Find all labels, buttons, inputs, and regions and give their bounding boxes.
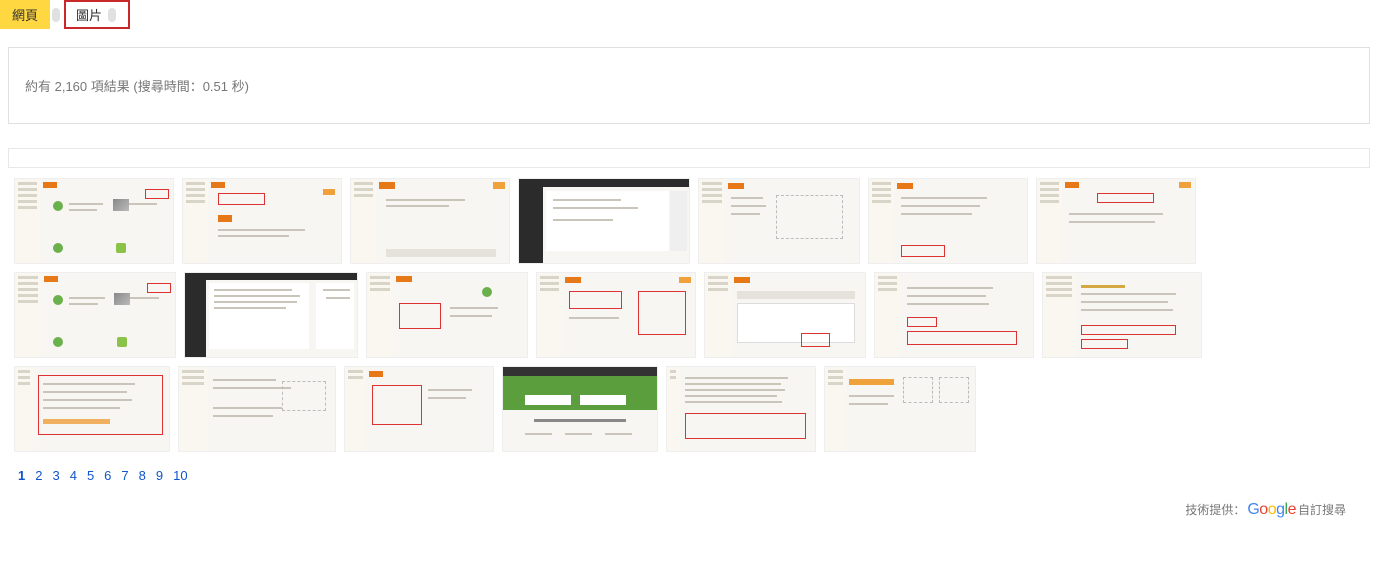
- page-link[interactable]: 4: [70, 468, 77, 483]
- page-link[interactable]: 3: [52, 468, 59, 483]
- search-tabs: 網頁 圖片: [0, 0, 1378, 29]
- image-result-thumb[interactable]: [536, 272, 696, 358]
- image-result-thumb[interactable]: [182, 178, 342, 264]
- google-logo: Google: [1247, 501, 1296, 519]
- page-link[interactable]: 9: [156, 468, 163, 483]
- tab-divider-icon: [108, 8, 116, 22]
- image-result-thumb[interactable]: [184, 272, 358, 358]
- page-link[interactable]: 6: [104, 468, 111, 483]
- image-result-thumb[interactable]: [868, 178, 1028, 264]
- refinement-bar: [8, 148, 1370, 168]
- page-link[interactable]: 7: [121, 468, 128, 483]
- image-result-thumb[interactable]: [344, 366, 494, 452]
- page-link[interactable]: 5: [87, 468, 94, 483]
- image-result-thumb[interactable]: [666, 366, 816, 452]
- results-summary-text: 約有 2,160 項結果 (搜尋時間：0.51 秒): [25, 79, 249, 94]
- tab-image[interactable]: 圖片: [64, 0, 130, 29]
- image-result-thumb[interactable]: [350, 178, 510, 264]
- image-result-thumb[interactable]: [14, 272, 176, 358]
- image-result-thumb[interactable]: [874, 272, 1034, 358]
- page-link[interactable]: 8: [139, 468, 146, 483]
- image-result-thumb[interactable]: [698, 178, 860, 264]
- footer-suffix: 自訂搜尋: [1298, 501, 1346, 518]
- image-result-thumb[interactable]: [502, 366, 658, 452]
- image-grid-row: [14, 178, 1364, 264]
- page-current: 1: [18, 468, 25, 483]
- image-result-thumb[interactable]: [824, 366, 976, 452]
- image-grid: [0, 168, 1378, 464]
- image-result-thumb[interactable]: [1036, 178, 1196, 264]
- image-grid-row: [14, 272, 1364, 358]
- image-result-thumb[interactable]: [366, 272, 528, 358]
- page-link[interactable]: 2: [35, 468, 42, 483]
- image-grid-row: [14, 366, 1364, 452]
- tab-web[interactable]: 網頁: [0, 0, 50, 29]
- page-link[interactable]: 10: [173, 468, 187, 483]
- tab-divider-icon: [52, 8, 60, 22]
- image-result-thumb[interactable]: [518, 178, 690, 264]
- image-result-thumb[interactable]: [178, 366, 336, 452]
- tab-image-label: 圖片: [76, 5, 102, 24]
- attribution-footer: 技術提供： Google 自訂搜尋: [0, 493, 1378, 529]
- pagination: 123456789 10: [0, 464, 1378, 493]
- image-result-thumb[interactable]: [1042, 272, 1202, 358]
- tab-web-label: 網頁: [12, 5, 38, 24]
- image-result-thumb[interactable]: [14, 366, 170, 452]
- image-result-thumb[interactable]: [14, 178, 174, 264]
- footer-prefix: 技術提供：: [1185, 501, 1245, 518]
- results-summary-bar: 約有 2,160 項結果 (搜尋時間：0.51 秒): [8, 47, 1370, 124]
- image-result-thumb[interactable]: [704, 272, 866, 358]
